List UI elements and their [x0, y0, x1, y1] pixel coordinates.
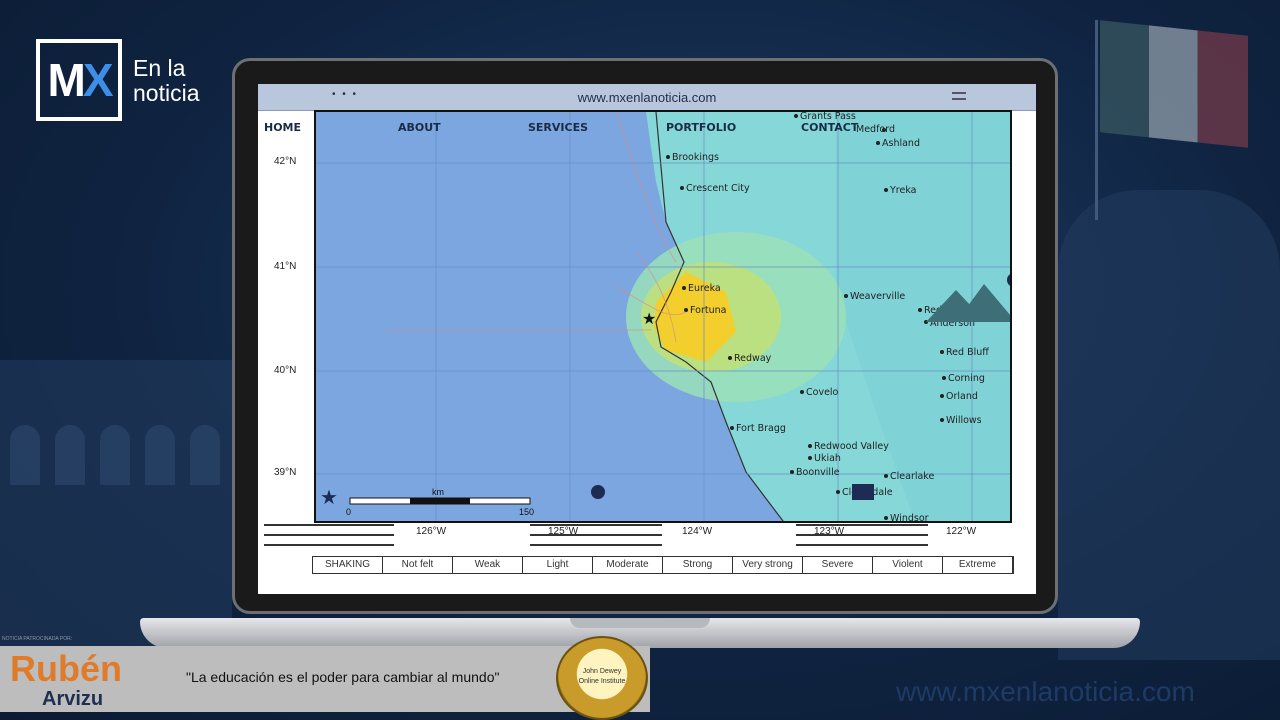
logo-text: En la noticia [133, 56, 199, 106]
building-window [100, 425, 130, 485]
laptop-screen: • • • www.mxenlanoticia.com ★ Grants Pas… [258, 84, 1036, 594]
city-label: Clearlake [890, 471, 934, 482]
lon-label: 124°W [682, 526, 713, 537]
city-label: Ukiah [814, 453, 841, 464]
lat-label: 39°N [274, 467, 297, 478]
sponsor-quote: "La educación es el poder para cambiar a… [186, 669, 500, 685]
logo-line2: noticia [133, 80, 200, 106]
city-label: Windsor [890, 513, 929, 523]
city-label: Boonville [796, 467, 840, 478]
shakemap: ★ Grants Pass Medford Ashland Brookings … [314, 110, 1012, 523]
footer-url[interactable]: www.mxenlanoticia.com [896, 676, 1195, 708]
scale-max: 150 [519, 507, 534, 517]
legend-item: Very strong [733, 557, 803, 573]
lat-label: 40°N [274, 365, 297, 376]
city-label: Redway [734, 353, 772, 364]
logo-mark: MX [47, 54, 113, 106]
lon-label: 126°W [416, 526, 447, 537]
legend-item: Moderate [593, 557, 663, 573]
divider-line [796, 534, 928, 536]
divider-line [530, 534, 662, 536]
building-window [10, 425, 40, 485]
building-window [145, 425, 175, 485]
scale-unit: km [432, 487, 444, 497]
legend-item: Severe [803, 557, 873, 573]
sponsor-surname: Arvizu [42, 688, 104, 710]
legend-item: Weak [453, 557, 523, 573]
city-label: Yreka [889, 185, 917, 196]
nav-contact[interactable]: CONTACT [801, 121, 858, 134]
legend-item: Extreme [943, 557, 1013, 573]
city-label: Red Bluff [946, 347, 989, 358]
nav-about[interactable]: ABOUT [398, 121, 441, 134]
lat-label: 42°N [274, 156, 297, 167]
legend-label: SHAKING [313, 557, 383, 573]
laptop-notch [570, 618, 710, 628]
building-left [0, 360, 232, 660]
mexico-flag [1100, 20, 1248, 148]
legend-item: Light [523, 557, 593, 573]
city-label: Willows [946, 415, 982, 426]
city-label: Eureka [688, 283, 721, 294]
flag-pole [1095, 20, 1098, 220]
divider-line [530, 524, 662, 526]
city-label: Covelo [806, 387, 839, 398]
image-icon[interactable] [852, 484, 874, 500]
shaking-legend: SHAKING Not felt Weak Light Moderate Str… [312, 556, 1014, 574]
divider-line [264, 524, 394, 526]
browser-bar: • • • www.mxenlanoticia.com [258, 84, 1036, 111]
city-label: Orland [946, 391, 978, 402]
sponsor-name: Rubén [10, 648, 122, 689]
location-pin-icon[interactable] [591, 485, 605, 499]
shakemap-svg: ★ Grants Pass Medford Ashland Brookings … [316, 112, 1010, 523]
divider-line [530, 544, 662, 546]
city-label: Redwood Valley [814, 441, 889, 452]
divider-line [796, 544, 928, 546]
scale-min: 0 [346, 507, 351, 517]
menu-icon[interactable] [952, 92, 966, 100]
city-label: Fortuna [690, 305, 726, 316]
city-label: Ashland [882, 138, 920, 149]
seal-line1: John Dewey [582, 668, 622, 675]
lon-label: 122°W [946, 526, 977, 537]
nav-home[interactable]: HOME [264, 121, 301, 134]
site-logo[interactable]: MX [36, 39, 122, 121]
sponsor-note: NOTICIA PATROCINADA POR: [2, 636, 73, 642]
divider-line [264, 534, 394, 536]
city-label: Fort Bragg [736, 423, 786, 434]
lat-label: 41°N [274, 261, 297, 272]
nav-services[interactable]: SERVICES [528, 121, 588, 134]
legend-item: Violent [873, 557, 943, 573]
nav-portfolio[interactable]: PORTFOLIO [666, 121, 736, 134]
building-window [190, 425, 220, 485]
divider-line [796, 524, 928, 526]
city-label: Crescent City [686, 183, 750, 194]
city-label: Weaverville [850, 291, 905, 302]
seal-line2: Online Institute [578, 678, 626, 685]
legend-item: Strong [663, 557, 733, 573]
city-label: Brookings [672, 152, 719, 163]
city-label: Corning [948, 373, 985, 384]
divider-line [264, 544, 394, 546]
epicenter-star-icon: ★ [642, 311, 656, 328]
institute-seal: John Dewey Online Institute [556, 636, 648, 720]
building-right [1058, 190, 1280, 660]
legend-item: Not felt [383, 557, 453, 573]
star-icon[interactable]: ★ [320, 487, 338, 509]
address-bar[interactable]: www.mxenlanoticia.com [258, 90, 1036, 105]
building-window [55, 425, 85, 485]
city-label: Medford [856, 124, 895, 135]
logo-line1: En la [133, 55, 186, 81]
